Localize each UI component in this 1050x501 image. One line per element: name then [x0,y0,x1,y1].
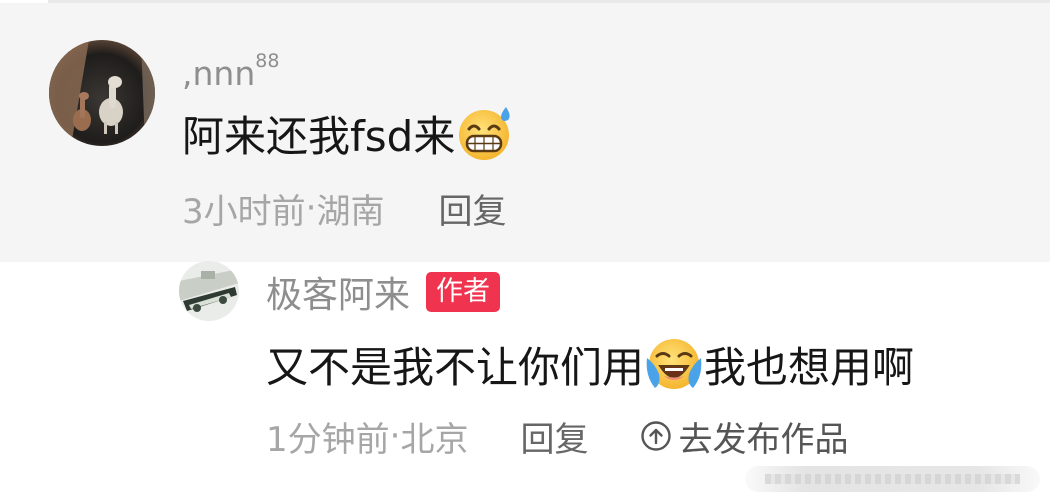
username-text: ,nnn [182,54,256,93]
reply-location: 北京 [400,419,469,460]
avatar-image [49,40,155,146]
avatar[interactable] [49,40,155,146]
reply-username[interactable]: 极客阿来 [266,266,410,318]
reply-time: 1分钟前 [266,419,390,460]
reply-text-part1: 又不是我不让你们用 [266,342,645,392]
author-badge: 作者 [426,272,501,312]
watermark [745,466,1040,492]
username[interactable]: ,nnn88 [182,48,279,93]
publish-work-label: 去发布作品 [678,419,849,460]
meta-separator: · [389,416,401,456]
publish-work-button[interactable]: 去发布作品 [640,412,848,461]
reply-meta: 1分钟前 · 北京 回复 去发布作品 [266,412,848,461]
comment-time: 3小时前 [182,191,306,232]
username-superscript: 88 [255,50,280,72]
grinning-sweat-emoji-icon [459,107,510,160]
reply-avatar-image [179,261,239,321]
watermark-text-blur [765,474,1020,484]
comment-location: 湖南 [316,191,385,232]
comment-meta: 3小时前 · 湖南 回复 [182,187,506,232]
reply-reply-button[interactable]: 回复 [520,412,588,461]
comment-text-body: 阿来还我fsd来 [182,111,456,161]
reply-header: 极客阿来 作者 [266,270,501,316]
arrow-up-circle-icon [641,421,672,451]
reply-button[interactable]: 回复 [438,184,506,233]
meta-separator: · [305,188,317,228]
loudly-crying-emoji-icon [646,339,702,389]
comment-text: 阿来还我fsd来 [182,103,515,163]
reply-text: 又不是我不让你们用 我也想用啊 [266,334,914,394]
reply-text-part2: 我也想用啊 [704,342,915,392]
comment-card: ,nnn88 阿来还我fsd来 3小时前 · 湖南 回复 [0,3,1050,262]
reply-avatar[interactable] [179,261,239,321]
